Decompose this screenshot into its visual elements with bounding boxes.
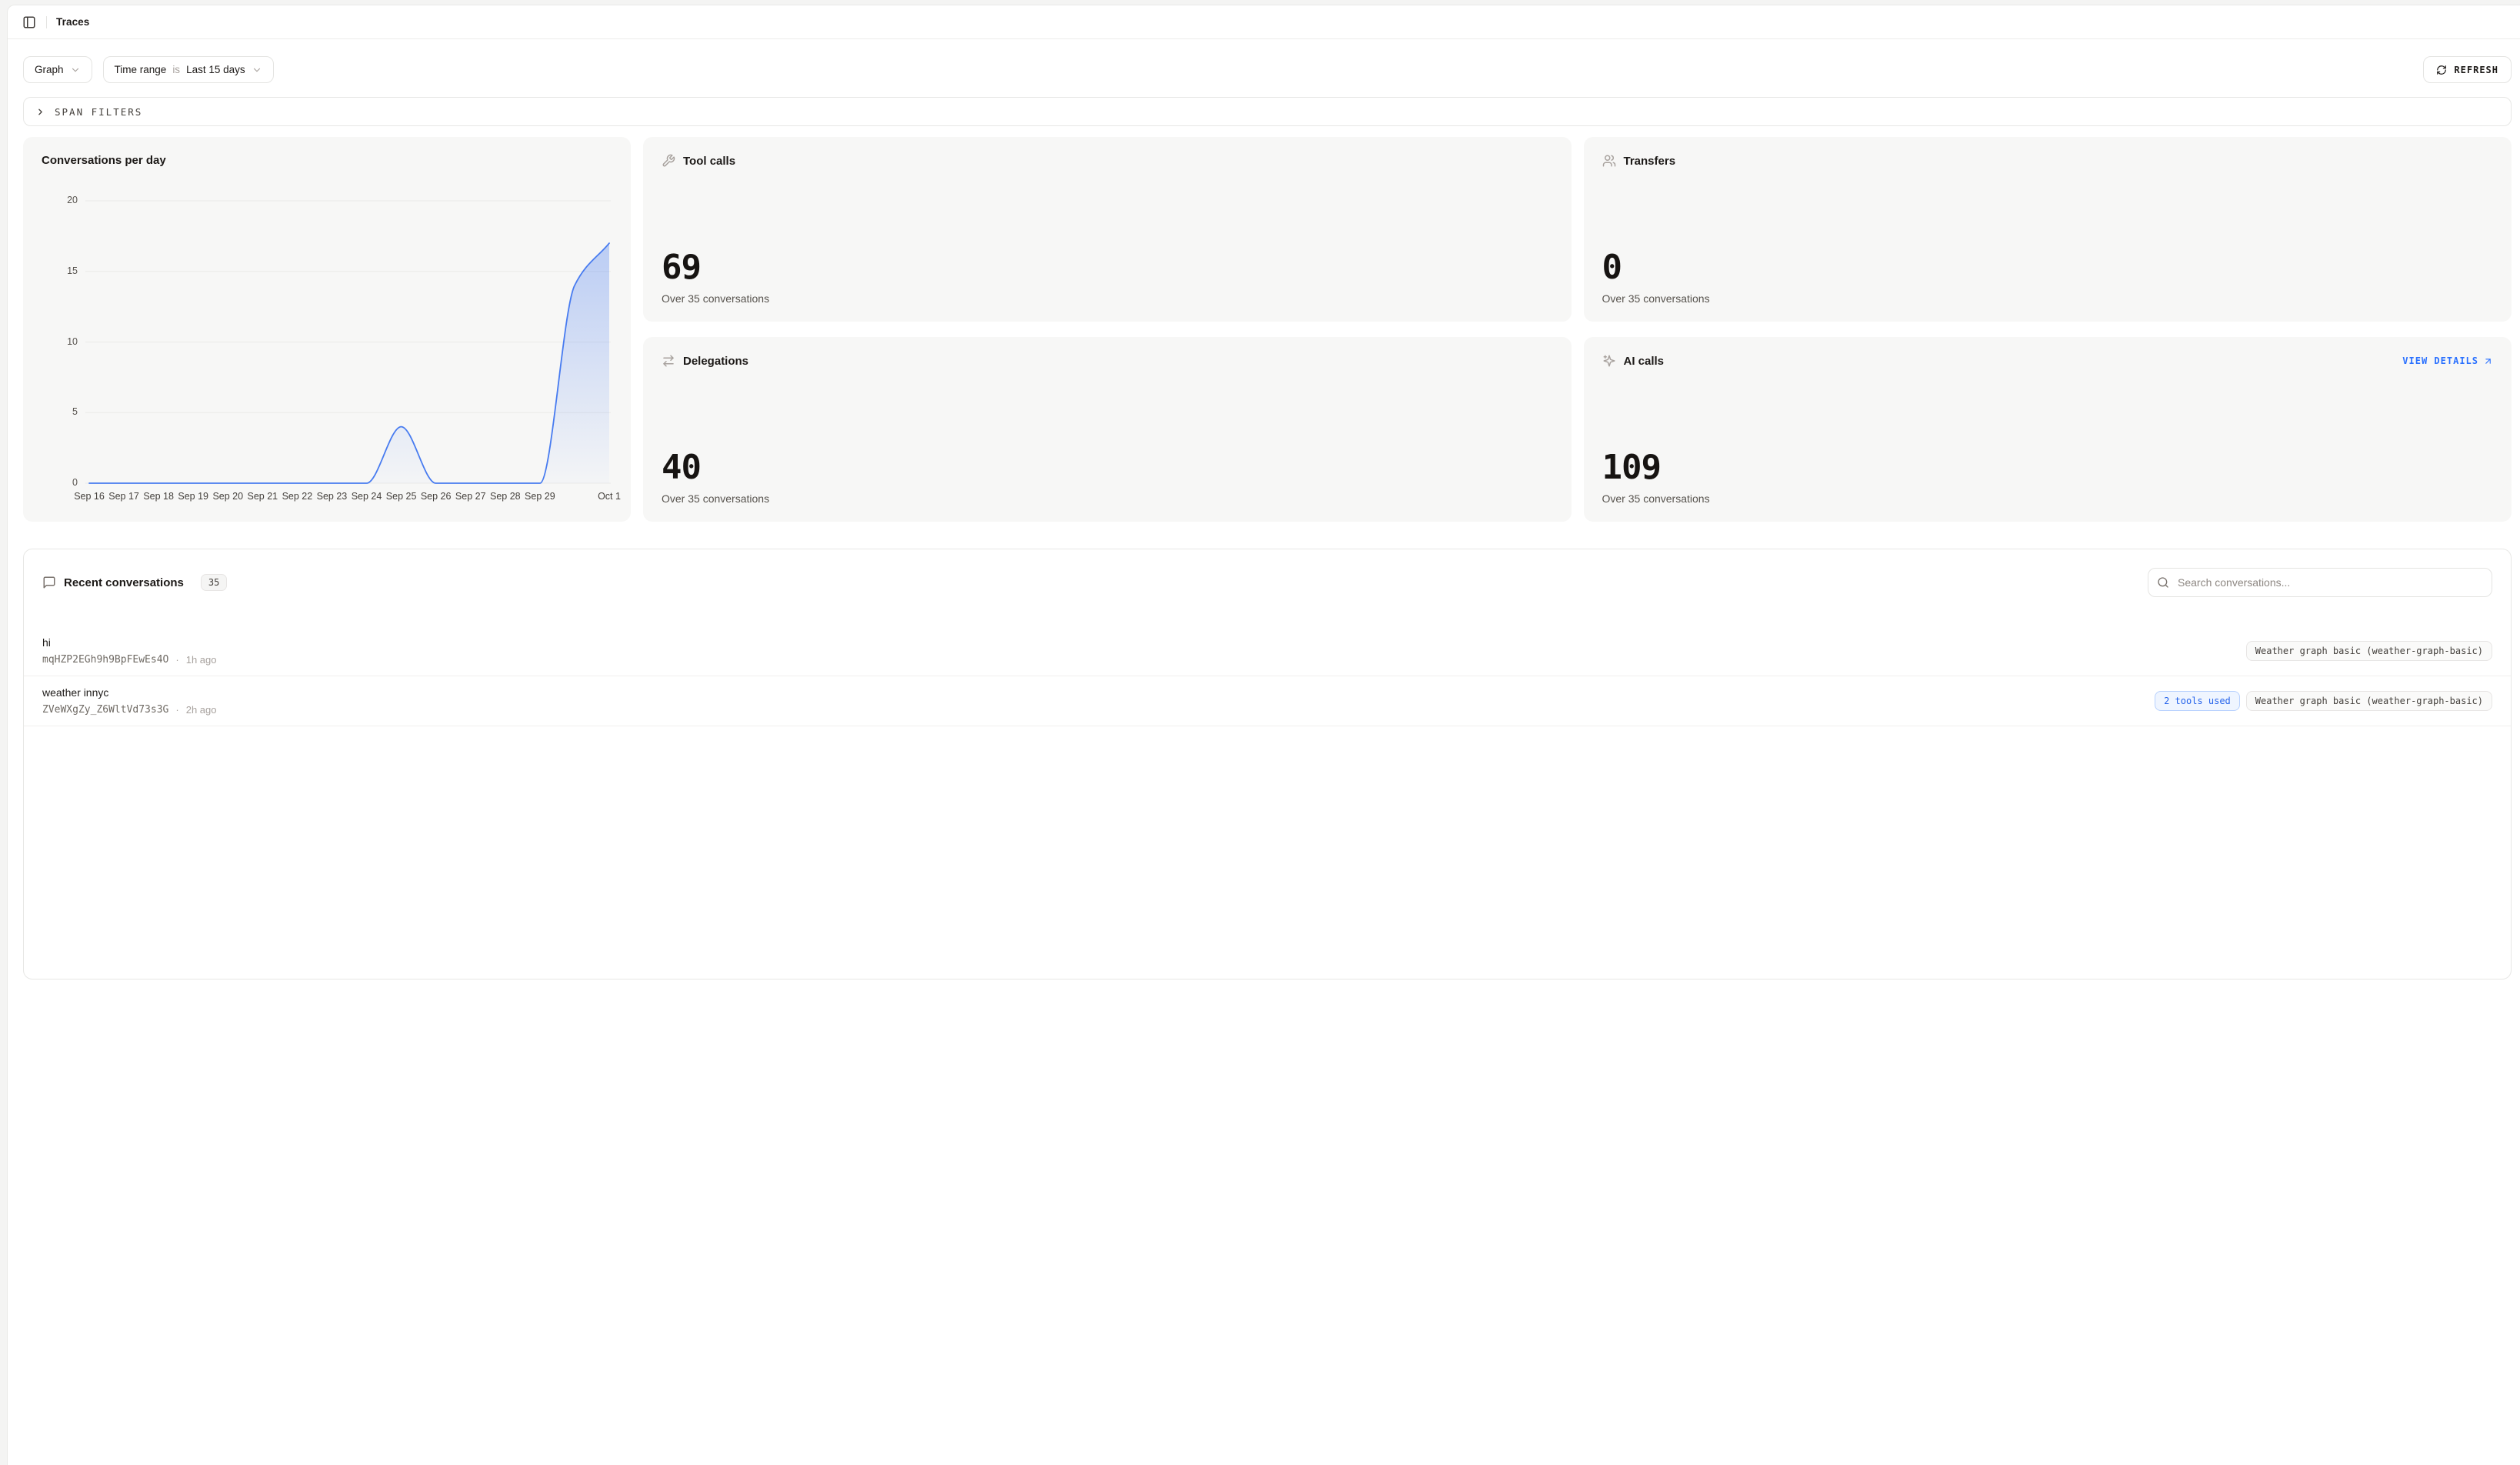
y-axis-tick: 5 [23, 406, 78, 417]
conversation-list: hi mqHZP2EGh9h9BpFEwEs4O · 1h ago Weathe… [24, 626, 2511, 726]
toolbar: Graph Time range is Last 15 days REFRESH [23, 56, 2512, 83]
refresh-button[interactable]: REFRESH [2423, 56, 2512, 83]
stat-card-ai-calls: AI calls VIEW DETAILS 109 Over 35 conver… [1584, 337, 2512, 522]
separator-dot: · [175, 654, 178, 666]
time-range-value: Last 15 days [186, 64, 245, 75]
conversation-row[interactable]: hi mqHZP2EGh9h9BpFEwEs4O · 1h ago Weathe… [24, 626, 2511, 676]
search-box [2148, 568, 2492, 597]
conversation-title: hi [42, 636, 216, 649]
refresh-button-label: REFRESH [2454, 65, 2498, 75]
x-axis-tick: Sep 27 [455, 491, 486, 502]
recent-conversations-title: Recent conversations [64, 576, 184, 589]
recent-conversations-card: Recent conversations 35 hi mqHZP2EGh9h9B… [23, 549, 2512, 979]
span-filters-toggle[interactable]: SPAN FILTERS [23, 97, 2512, 126]
search-icon [2157, 576, 2169, 589]
graph-dropdown-label: Graph [35, 64, 64, 75]
tools-used-badge: 2 tools used [2155, 691, 2240, 711]
separator-dot: · [175, 704, 178, 716]
header-divider [46, 16, 47, 28]
agent-badge: Weather graph basic (weather-graph-basic… [2246, 691, 2492, 711]
view-details-link[interactable]: VIEW DETAILS [2402, 355, 2493, 366]
x-axis-tick: Sep 17 [108, 491, 139, 502]
refresh-icon [2436, 65, 2447, 75]
y-axis-tick: 15 [23, 265, 78, 276]
stat-subtitle: Over 35 conversations [1602, 292, 2494, 305]
arrow-up-right-icon [2483, 356, 2493, 366]
x-axis-tick: Sep 20 [212, 491, 243, 502]
page-title: Traces [56, 16, 89, 28]
x-axis-tick: Sep 22 [282, 491, 313, 502]
stat-card-tool-calls: Tool calls 69 Over 35 conversations [643, 137, 1572, 322]
conversations-area-chart [23, 137, 631, 522]
conversation-title: weather innyc [42, 686, 216, 699]
page-header: Traces [8, 5, 2520, 39]
x-axis-tick: Sep 21 [248, 491, 278, 502]
span-filters-label: SPAN FILTERS [55, 106, 142, 118]
stat-subtitle: Over 35 conversations [1602, 492, 2494, 505]
sparkles-icon [1602, 354, 1616, 368]
arrows-left-right-icon [662, 354, 675, 368]
time-range-operator: is [172, 64, 180, 75]
stat-subtitle: Over 35 conversations [662, 492, 1553, 505]
x-axis-tick: Sep 29 [525, 491, 555, 502]
x-axis-tick: Sep 19 [178, 491, 208, 502]
graph-dropdown[interactable]: Graph [23, 56, 92, 83]
stat-card-transfers: Transfers 0 Over 35 conversations [1584, 137, 2512, 322]
stat-label: Tool calls [683, 155, 735, 168]
conversation-count-badge: 35 [201, 574, 227, 591]
conversation-id: ZVeWXgZy_Z6WltVd73s3G [42, 704, 168, 716]
metrics-cards: Conversations per day 05101520 Sep 16Sep… [23, 137, 2512, 522]
recent-conversations-header: Recent conversations 35 [24, 549, 2511, 597]
y-axis-tick: 20 [23, 195, 78, 205]
x-axis-tick: Sep 26 [421, 491, 452, 502]
x-axis-tick: Sep 16 [74, 491, 105, 502]
x-axis-tick: Sep 18 [143, 491, 174, 502]
stat-label: Delegations [683, 355, 748, 368]
conversations-chart-card: Conversations per day 05101520 Sep 16Sep… [23, 137, 631, 522]
x-axis-tick: Sep 25 [386, 491, 417, 502]
stat-value: 109 [1602, 451, 2494, 485]
conversation-id: mqHZP2EGh9h9BpFEwEs4O [42, 654, 168, 666]
conversation-time: 1h ago [186, 654, 217, 666]
time-range-field: Time range [115, 64, 167, 75]
time-range-filter[interactable]: Time range is Last 15 days [103, 56, 274, 83]
message-square-icon [42, 576, 56, 589]
stat-label: Transfers [1624, 155, 1676, 168]
stat-value: 40 [662, 451, 1553, 485]
sidebar-toggle-button[interactable] [18, 12, 40, 33]
stat-value: 0 [1602, 251, 2494, 285]
chevron-down-icon [252, 65, 262, 75]
y-axis-tick: 0 [23, 477, 78, 488]
stat-value: 69 [662, 251, 1553, 285]
chevron-right-icon [35, 107, 45, 117]
stat-card-delegations: Delegations 40 Over 35 conversations [643, 337, 1572, 522]
y-axis-tick: 10 [23, 336, 78, 347]
chevron-down-icon [70, 65, 81, 75]
main-panel: Traces Graph Time range is Last 15 days … [7, 5, 2520, 1465]
stat-label: AI calls [1624, 355, 1665, 368]
users-icon [1602, 154, 1616, 168]
x-axis-tick: Oct 1 [598, 491, 621, 502]
page-content: Graph Time range is Last 15 days REFRESH… [8, 56, 2520, 979]
x-axis-tick: Sep 23 [317, 491, 348, 502]
conversation-row[interactable]: weather innyc ZVeWXgZy_Z6WltVd73s3G · 2h… [24, 676, 2511, 726]
panel-left-icon [22, 15, 36, 29]
agent-badge: Weather graph basic (weather-graph-basic… [2246, 641, 2492, 661]
conversation-time: 2h ago [186, 704, 217, 716]
x-axis-tick: Sep 24 [352, 491, 382, 502]
search-conversations-input[interactable] [2148, 568, 2492, 597]
stat-subtitle: Over 35 conversations [662, 292, 1553, 305]
wrench-icon [662, 154, 675, 168]
x-axis-tick: Sep 28 [490, 491, 521, 502]
